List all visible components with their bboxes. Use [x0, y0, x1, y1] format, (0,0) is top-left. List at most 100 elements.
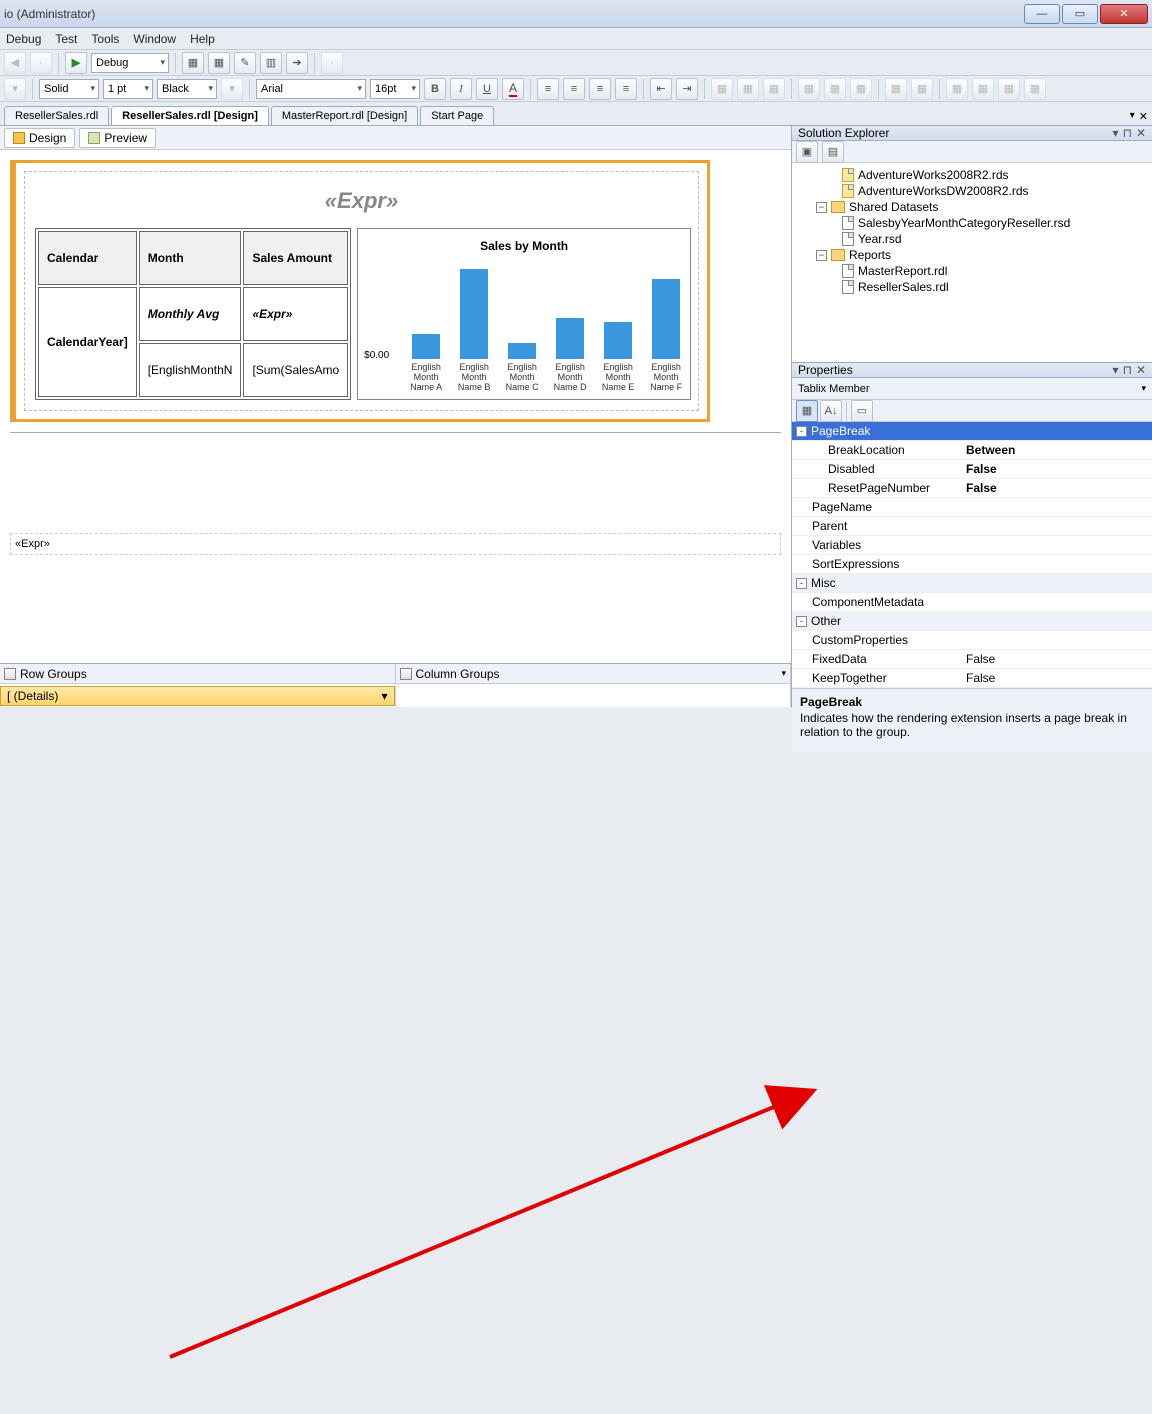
layout-button-7[interactable]: ▦ [885, 78, 907, 100]
property-row[interactable]: KeepTogetherFalse [792, 669, 1152, 688]
layout-button-12[interactable]: ▦ [1024, 78, 1046, 100]
report-title-expr[interactable]: «Expr» [35, 182, 688, 228]
solution-tool-2[interactable]: ▤ [822, 141, 844, 163]
property-pages-button[interactable]: ▭ [851, 400, 873, 422]
design-canvas[interactable]: «Expr» Calendar Month Sales Amount Calen… [0, 150, 791, 663]
property-row[interactable]: PageName [792, 498, 1152, 517]
collapse-icon[interactable]: - [796, 616, 807, 627]
tab-resellersales-design[interactable]: ResellerSales.rdl [Design] [111, 106, 269, 125]
dropdown-icon[interactable]: ▾ [1113, 363, 1119, 377]
property-value[interactable]: False [962, 479, 1152, 497]
tree-item[interactable]: −Shared Datasets [794, 199, 1150, 215]
layout-button-4[interactable]: ▦ [798, 78, 820, 100]
tablix-cell-monthlyavg[interactable]: Monthly Avg [139, 287, 242, 341]
report-body[interactable]: «Expr» Calendar Month Sales Amount Calen… [10, 160, 710, 422]
collapse-icon[interactable]: - [796, 426, 807, 437]
layout-button-9[interactable]: ▦ [946, 78, 968, 100]
italic-button[interactable]: I [450, 78, 472, 100]
forward-button[interactable]: · [30, 52, 52, 74]
property-row[interactable]: - PageBreak [792, 422, 1152, 441]
layout-button-3[interactable]: ▦ [763, 78, 785, 100]
property-value[interactable]: False [962, 669, 1152, 687]
tablix[interactable]: Calendar Month Sales Amount CalendarYear… [35, 228, 351, 400]
tree-item[interactable]: Year.rsd [794, 231, 1150, 247]
tablix-cell-sumsales[interactable]: [Sum(SalesAmo [243, 343, 348, 397]
collapse-icon[interactable]: - [796, 578, 807, 589]
property-row[interactable]: Variables [792, 536, 1152, 555]
categorized-button[interactable]: ▦ [796, 400, 818, 422]
tool-button-6[interactable]: · [321, 52, 343, 74]
footer-expr[interactable]: «Expr» [10, 533, 781, 555]
tablix-header-month[interactable]: Month [139, 231, 242, 285]
indent-button[interactable]: ⇥ [676, 78, 698, 100]
align-justify-button[interactable]: ≡ [615, 78, 637, 100]
tree-item[interactable]: −Reports [794, 247, 1150, 263]
property-value[interactable] [962, 555, 1152, 573]
solution-tree[interactable]: AdventureWorks2008R2.rdsAdventureWorksDW… [792, 163, 1152, 363]
tab-resellersales[interactable]: ResellerSales.rdl [4, 106, 109, 125]
align-left-button[interactable]: ≡ [537, 78, 559, 100]
chevron-down-icon[interactable]: ▾ [381, 689, 387, 703]
pin-icon[interactable]: ⊓ [1123, 126, 1132, 140]
properties-grid[interactable]: - PageBreakBreakLocationBetweenDisabledF… [792, 422, 1152, 688]
solution-config-dropdown[interactable]: Debug [91, 53, 169, 73]
fill-color-button[interactable]: ▾ [4, 78, 26, 100]
tab-close-icon[interactable]: ✕ [1139, 110, 1148, 123]
menu-debug[interactable]: Debug [6, 32, 41, 46]
pin-icon[interactable]: ⊓ [1123, 363, 1132, 377]
align-right-button[interactable]: ≡ [589, 78, 611, 100]
tool-button-2[interactable]: ▦ [208, 52, 230, 74]
outdent-button[interactable]: ⇤ [650, 78, 672, 100]
tree-item[interactable]: AdventureWorks2008R2.rds [794, 167, 1150, 183]
property-value[interactable]: Between [962, 441, 1152, 459]
menu-help[interactable]: Help [190, 32, 215, 46]
window-minimize-button[interactable]: — [1024, 4, 1060, 24]
tablix-cell-calendaryear[interactable]: CalendarYear] [38, 287, 137, 397]
collapse-icon[interactable]: − [816, 250, 827, 261]
property-value[interactable] [962, 612, 1152, 630]
tablix-cell-expr[interactable]: «Expr» [243, 287, 348, 341]
tablix-header-salesamount[interactable]: Sales Amount [243, 231, 348, 285]
layout-button-2[interactable]: ▦ [737, 78, 759, 100]
chart[interactable]: Sales by Month $0.00 English Month Name … [357, 228, 691, 400]
close-icon[interactable]: ✕ [1136, 126, 1146, 140]
property-row[interactable]: Parent [792, 517, 1152, 536]
property-row[interactable]: ResetPageNumberFalse [792, 479, 1152, 498]
property-value[interactable] [962, 498, 1152, 516]
tool-button-4[interactable]: ▥ [260, 52, 282, 74]
tool-button-1[interactable]: ▦ [182, 52, 204, 74]
tool-button-5[interactable]: ➔ [286, 52, 308, 74]
font-color-button[interactable]: A [502, 78, 524, 100]
property-row[interactable]: - Other [792, 612, 1152, 631]
tree-item[interactable]: ResellerSales.rdl [794, 279, 1150, 295]
property-value[interactable]: False [962, 460, 1152, 478]
tablix-cell-englishmonth[interactable]: [EnglishMonthN [139, 343, 242, 397]
tablix-header-calendar[interactable]: Calendar [38, 231, 137, 285]
row-group-details[interactable]: [ (Details) ▾ [0, 686, 395, 706]
tool-button-3[interactable]: ✎ [234, 52, 256, 74]
line-style-dropdown[interactable]: Solid [39, 79, 99, 99]
menu-window[interactable]: Window [133, 32, 176, 46]
font-family-dropdown[interactable]: Arial [256, 79, 366, 99]
alphabetical-button[interactable]: A↓ [820, 400, 842, 422]
layout-button-8[interactable]: ▦ [911, 78, 933, 100]
property-value[interactable] [962, 422, 1152, 440]
solution-tool-1[interactable]: ▣ [796, 141, 818, 163]
tab-dropdown-icon[interactable]: ▾ [1130, 110, 1135, 123]
menu-tools[interactable]: Tools [91, 32, 119, 46]
start-debug-button[interactable]: ▶ [65, 52, 87, 74]
tab-masterreport-design[interactable]: MasterReport.rdl [Design] [271, 106, 418, 125]
layout-button-1[interactable]: ▦ [711, 78, 733, 100]
properties-object-selector[interactable]: Tablix Member [792, 378, 1152, 400]
property-row[interactable]: ComponentMetadata [792, 593, 1152, 612]
menu-test[interactable]: Test [55, 32, 77, 46]
property-value[interactable] [962, 631, 1152, 649]
bold-button[interactable]: B [424, 78, 446, 100]
font-size-dropdown[interactable]: 16pt [370, 79, 420, 99]
chevron-down-icon[interactable]: ▾ [781, 668, 786, 679]
property-value[interactable]: False [962, 650, 1152, 668]
design-view-tab[interactable]: Design [4, 128, 75, 148]
property-row[interactable]: - Misc [792, 574, 1152, 593]
property-value[interactable] [962, 517, 1152, 535]
property-row[interactable]: FixedDataFalse [792, 650, 1152, 669]
